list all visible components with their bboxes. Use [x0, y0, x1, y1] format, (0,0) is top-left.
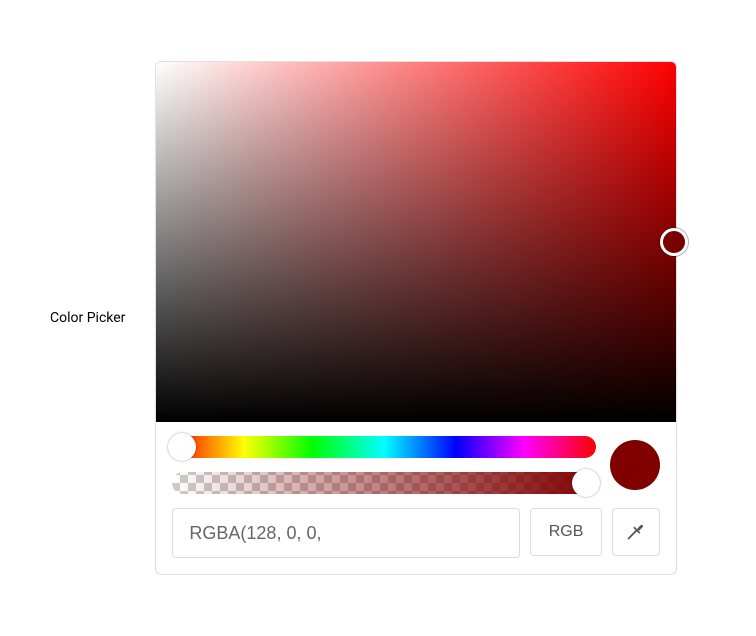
sliders-row — [172, 436, 660, 494]
eyedropper-icon — [626, 521, 646, 544]
saturation-value-cursor — [660, 228, 688, 256]
sliders-column — [172, 436, 596, 494]
hue-slider[interactable] — [172, 436, 596, 458]
inputs-row: RGB — [172, 508, 660, 558]
color-picker-panel: RGB — [155, 61, 677, 575]
color-mode-toggle[interactable]: RGB — [530, 508, 603, 556]
field-label: Color Picker — [50, 310, 125, 326]
color-preview-swatch — [610, 440, 660, 490]
alpha-slider[interactable] — [172, 472, 596, 494]
picker-controls: RGB — [156, 422, 676, 574]
alpha-thumb — [572, 469, 600, 497]
saturation-value-area[interactable] — [156, 62, 676, 422]
hue-thumb — [168, 433, 196, 461]
eyedropper-button[interactable] — [612, 508, 660, 556]
color-value-input[interactable] — [172, 508, 519, 558]
